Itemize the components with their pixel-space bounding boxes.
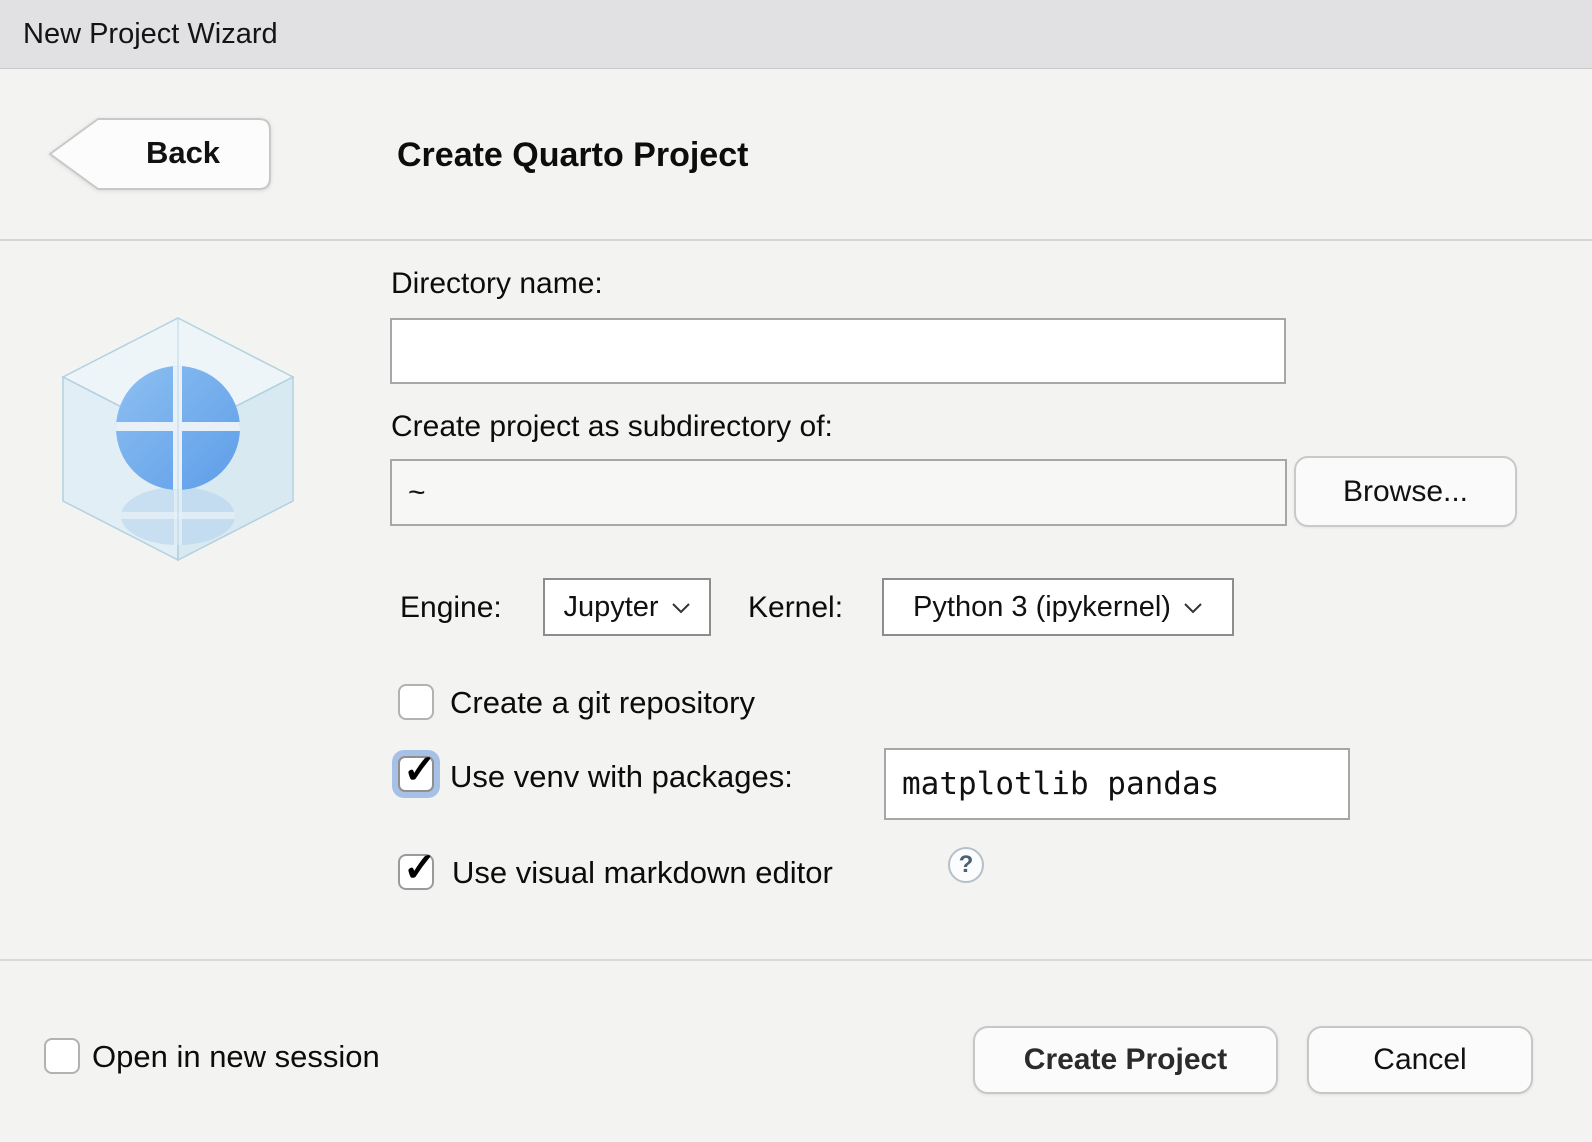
cancel-button[interactable]: Cancel — [1307, 1026, 1533, 1094]
back-button[interactable]: Back — [48, 118, 272, 190]
use-venv-label: Use venv with packages: — [450, 757, 793, 797]
open-in-new-session-checkbox[interactable]: ✓ — [44, 1038, 80, 1074]
git-repository-checkbox[interactable]: ✓ — [398, 684, 434, 720]
git-repository-label: Create a git repository — [450, 683, 755, 723]
venv-packages-input[interactable] — [884, 748, 1350, 820]
titlebar: New Project Wizard — [0, 0, 1592, 69]
new-project-wizard-dialog: New Project Wizard Back Create Quarto Pr… — [0, 0, 1592, 1142]
subdirectory-label: Create project as subdirectory of: — [391, 410, 833, 444]
browse-button[interactable]: Browse... — [1294, 456, 1517, 527]
engine-select-value: Jupyter — [563, 591, 658, 624]
visual-markdown-editor-checkbox[interactable]: ✓ — [398, 854, 434, 890]
help-icon[interactable]: ? — [948, 847, 984, 883]
use-venv-checkbox[interactable]: ✓ — [398, 756, 434, 792]
kernel-select-value: Python 3 (ipykernel) — [913, 591, 1171, 624]
wizard-body: Directory name: Create project as subdir… — [0, 241, 1592, 961]
checkmark-icon: ✓ — [403, 848, 437, 888]
page-title: Create Quarto Project — [397, 119, 748, 191]
subdirectory-input[interactable] — [390, 459, 1287, 526]
window-title: New Project Wizard — [23, 0, 278, 68]
kernel-select[interactable]: Python 3 (ipykernel) — [882, 578, 1234, 636]
chevron-down-icon — [1183, 601, 1203, 613]
chevron-down-icon — [671, 601, 691, 613]
create-project-button[interactable]: Create Project — [973, 1026, 1278, 1094]
engine-select[interactable]: Jupyter — [543, 578, 711, 636]
directory-name-label: Directory name: — [391, 267, 603, 301]
visual-markdown-editor-label: Use visual markdown editor — [452, 853, 833, 893]
quarto-logo-icon — [45, 310, 311, 565]
kernel-label: Kernel: — [748, 591, 843, 625]
wizard-footer: ✓ Open in new session Create Project Can… — [0, 963, 1592, 1142]
wizard-header: Back Create Quarto Project — [0, 69, 1592, 241]
engine-label: Engine: — [400, 591, 502, 625]
back-button-label: Back — [94, 118, 272, 190]
directory-name-input[interactable] — [390, 318, 1286, 384]
venv-checkbox-focus-ring: ✓ — [392, 750, 440, 798]
checkmark-icon: ✓ — [403, 750, 437, 790]
open-in-new-session-label: Open in new session — [92, 1037, 380, 1077]
